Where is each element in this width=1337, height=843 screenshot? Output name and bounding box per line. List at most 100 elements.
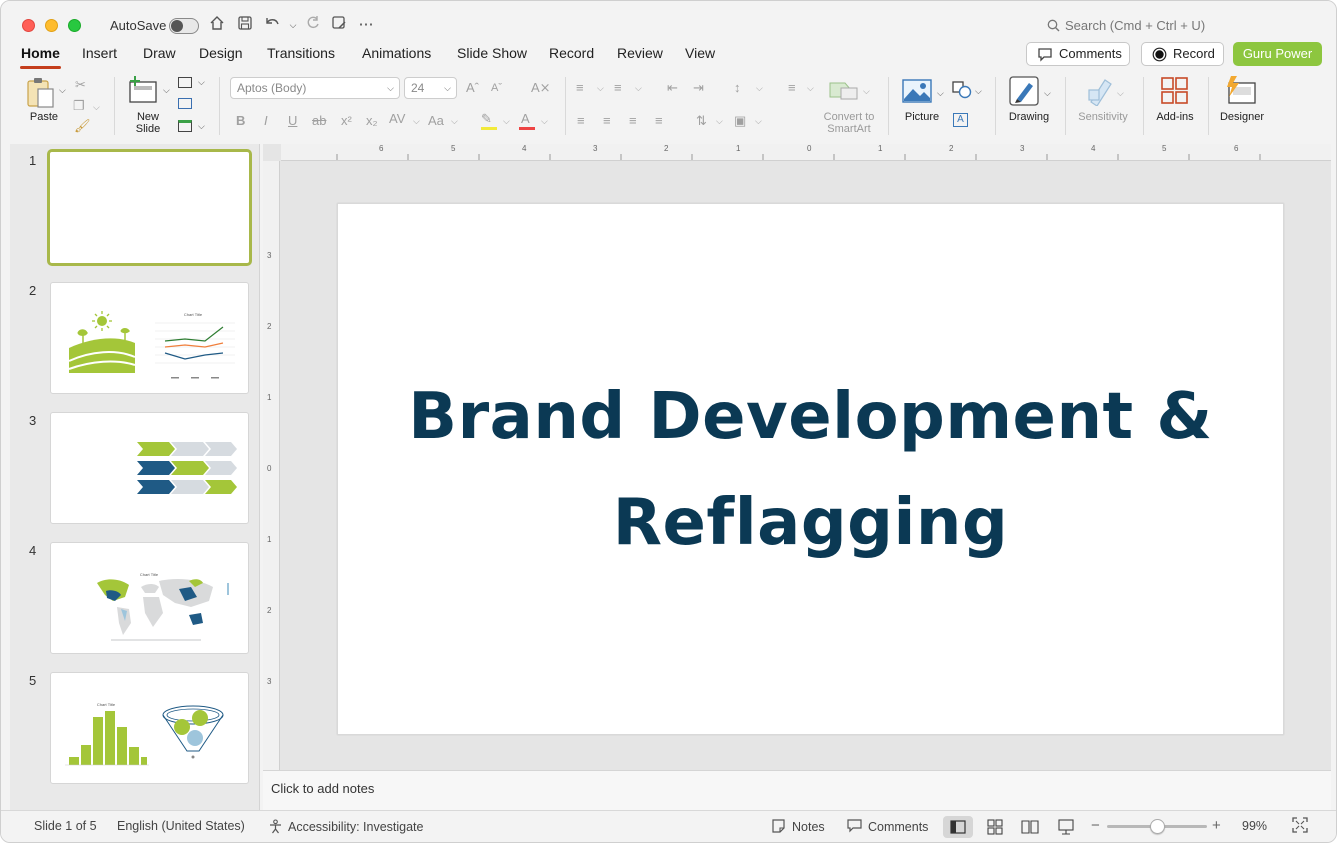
slide-show-view-button[interactable] [1051, 816, 1081, 838]
save-icon[interactable] [235, 15, 255, 35]
bullets-chevron-icon[interactable]: ⌵ [597, 80, 604, 96]
shapes-chevron-icon[interactable]: ⌵ [975, 83, 982, 99]
new-slide-icon[interactable] [127, 75, 159, 108]
align-right-icon[interactable]: ≡ [629, 113, 637, 129]
clear-formatting-icon[interactable]: A⨯ [531, 80, 551, 96]
underline-icon[interactable]: U [288, 113, 297, 129]
zoom-in-icon[interactable]: + [1212, 817, 1221, 834]
strikethrough-icon[interactable]: ab [312, 113, 326, 129]
normal-view-button[interactable] [943, 816, 973, 838]
copy-icon[interactable]: ❐ [73, 98, 85, 114]
columns-icon[interactable]: ≡ [788, 80, 796, 96]
picture-chevron-icon[interactable]: ⌵ [937, 85, 944, 101]
reading-view-button[interactable] [1015, 816, 1045, 838]
tab-draw[interactable]: Draw [143, 45, 176, 61]
redo-icon[interactable] [303, 15, 323, 35]
tab-home[interactable]: Home [20, 45, 61, 69]
slide-editor[interactable]: 6 5 4 3 2 1 0 1 2 3 4 5 6 3 2 1 0 1 2 3 … [263, 144, 1331, 770]
change-case-chevron-icon[interactable]: ⌵ [451, 113, 458, 129]
zoom-out-icon[interactable]: − [1091, 817, 1100, 834]
save-as-icon[interactable] [329, 15, 349, 35]
smartart-icon[interactable] [829, 79, 859, 104]
undo-icon[interactable] [262, 15, 282, 35]
slide-thumbnail-5[interactable]: Chart Title [50, 672, 249, 784]
highlight-chevron-icon[interactable]: ⌵ [503, 113, 510, 129]
reset-icon[interactable] [178, 98, 192, 109]
text-direction-chevron-icon[interactable]: ⌵ [716, 113, 723, 129]
slide-thumbnail-4[interactable]: Chart Title [50, 542, 249, 654]
paste-dropdown-chevron-icon[interactable]: ⌵ [59, 85, 66, 96]
home-icon[interactable] [207, 15, 227, 35]
slide-sorter-button[interactable] [980, 816, 1010, 838]
font-color-chevron-icon[interactable]: ⌵ [541, 113, 548, 129]
slide-thumbnail-pane[interactable]: 1 2 Chart Title 3 4 Chart Title 5 Chart … [10, 144, 260, 810]
line-spacing-chevron-icon[interactable]: ⌵ [756, 80, 763, 96]
language-status[interactable]: English (United States) [117, 819, 245, 833]
numbering-icon[interactable]: ≡ [614, 80, 622, 96]
tab-design[interactable]: Design [199, 45, 243, 61]
zoom-slider[interactable] [1107, 819, 1207, 834]
copy-dropdown-chevron-icon[interactable]: ⌵ [93, 99, 100, 115]
more-icon[interactable]: ⋯ [356, 15, 376, 35]
drawing-chevron-icon[interactable]: ⌵ [1044, 85, 1051, 101]
shapes-icon[interactable] [952, 81, 972, 102]
decrease-font-size-icon[interactable]: Aˇ [491, 80, 502, 96]
text-box-icon[interactable]: A [953, 113, 968, 127]
slide-thumbnail-2[interactable]: Chart Title [50, 282, 249, 394]
fit-to-window-icon[interactable] [1292, 817, 1308, 836]
autosave-toggle[interactable] [169, 18, 199, 34]
tab-transitions[interactable]: Transitions [267, 45, 335, 61]
layout-dropdown-chevron-icon[interactable]: ⌵ [198, 77, 205, 88]
font-color-icon[interactable]: A [521, 111, 530, 127]
close-window-button[interactable] [22, 19, 35, 32]
align-text-chevron-icon[interactable]: ⌵ [755, 113, 762, 129]
columns-chevron-icon[interactable]: ⌵ [807, 80, 814, 96]
section-dropdown-chevron-icon[interactable]: ⌵ [198, 121, 205, 132]
superscript-icon[interactable]: x² [341, 113, 352, 129]
increase-indent-icon[interactable]: ⇥ [693, 80, 704, 96]
align-text-icon[interactable]: ▣ [734, 113, 746, 129]
new-slide-dropdown-chevron-icon[interactable]: ⌵ [163, 85, 170, 96]
search-box[interactable]: Search (Cmd + Ctrl + U) [1047, 18, 1205, 33]
tab-view[interactable]: View [685, 45, 715, 61]
paste-icon[interactable] [25, 77, 59, 112]
highlight-icon[interactable]: ✎ [481, 111, 492, 127]
zoom-window-button[interactable] [68, 19, 81, 32]
bullets-icon[interactable]: ≡ [576, 80, 584, 96]
zoom-level[interactable]: 99% [1242, 819, 1267, 833]
text-direction-icon[interactable]: ⇅ [696, 113, 707, 129]
zoom-slider-knob[interactable] [1149, 819, 1165, 834]
slide-thumbnail-1[interactable] [47, 149, 252, 266]
designer-icon[interactable] [1225, 75, 1257, 110]
guru-power-button[interactable]: Guru Power [1233, 42, 1322, 66]
minimize-window-button[interactable] [45, 19, 58, 32]
tab-record[interactable]: Record [549, 45, 594, 61]
cut-icon[interactable]: ✂ [75, 77, 86, 93]
drawing-icon[interactable] [1009, 75, 1041, 110]
line-spacing-icon[interactable]: ↕ [734, 80, 741, 96]
align-center-icon[interactable]: ≡ [603, 113, 611, 129]
add-ins-icon[interactable] [1160, 76, 1190, 109]
increase-font-size-icon[interactable]: Aˆ [466, 80, 479, 96]
slide-thumbnail-3[interactable] [50, 412, 249, 524]
layout-icon[interactable] [178, 77, 192, 88]
notes-pane[interactable]: Click to add notes [263, 770, 1331, 810]
tab-insert[interactable]: Insert [82, 45, 117, 61]
italic-icon[interactable]: I [264, 113, 268, 129]
format-painter-icon[interactable]: 🖌 [74, 118, 91, 134]
comments-toggle-button[interactable]: Comments [847, 819, 928, 834]
bold-icon[interactable]: B [236, 113, 245, 129]
current-slide[interactable]: Brand Development & Reflagging [337, 203, 1284, 735]
undo-dropdown-chevron-icon[interactable]: ⌵ [283, 15, 303, 35]
numbering-chevron-icon[interactable]: ⌵ [635, 80, 642, 96]
smartart-chevron-icon[interactable]: ⌵ [863, 83, 870, 99]
align-left-icon[interactable]: ≡ [577, 113, 585, 129]
comments-button[interactable]: Comments [1026, 42, 1130, 66]
record-button[interactable]: Record [1141, 42, 1224, 66]
subscript-icon[interactable]: x₂ [366, 113, 378, 129]
section-icon[interactable] [178, 120, 192, 132]
justify-icon[interactable]: ≡ [655, 113, 663, 129]
sensitivity-icon[interactable] [1087, 76, 1113, 109]
tab-slide-show[interactable]: Slide Show [457, 45, 527, 61]
picture-icon[interactable] [902, 79, 932, 106]
